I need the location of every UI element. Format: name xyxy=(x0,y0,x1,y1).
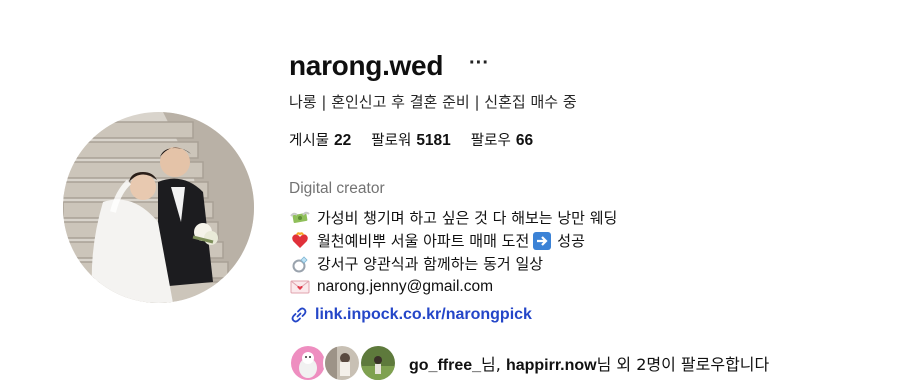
following-label: 팔로우 xyxy=(470,133,511,149)
profile-username: narong.wed xyxy=(289,50,444,81)
profile-category: Digital creator xyxy=(289,180,385,197)
heart-on-fire-icon xyxy=(289,231,311,250)
followed-by[interactable]: go_ffree_님, happirr.now님 외 2명이 팔로우합니다 xyxy=(289,343,769,383)
followers-label: 팔로워 xyxy=(371,133,412,149)
bio-email: narong.jenny@gmail.com xyxy=(317,277,493,295)
following-count[interactable]: 팔로우 66 xyxy=(471,130,533,152)
profile-stats: 게시물 22 팔로워 5181 팔로우 66 xyxy=(289,130,533,152)
following-value: 66 xyxy=(515,132,534,149)
posts-count[interactable]: 게시물 22 xyxy=(289,130,351,152)
avatar-photo xyxy=(63,112,254,303)
bio-line-1-text: 가성비 챙기며 하고 싶은 것 다 해보는 낭만 웨딩 xyxy=(317,209,618,227)
bio-line-1: 가성비 챙기며 하고 싶은 것 다 해보는 낭만 웨딩 xyxy=(289,206,617,229)
followers-value: 5181 xyxy=(416,132,451,149)
posts-label: 게시물 xyxy=(289,133,330,149)
follower-avatar-2[interactable] xyxy=(323,344,361,382)
link-icon xyxy=(289,305,309,325)
profile-bio: 가성비 챙기며 하고 싶은 것 다 해보는 낭만 웨딩 월천예비뿌 서울 아파트… xyxy=(289,206,617,298)
ring-icon xyxy=(289,255,311,273)
bio-line-3: 강서구 양관식과 함께하는 동거 일상 xyxy=(289,252,617,275)
love-letter-icon xyxy=(289,278,311,296)
bio-line-2-text: 월천예비뿌 서울 아파트 매매 도전 xyxy=(317,232,530,250)
right-arrow-icon xyxy=(533,231,553,250)
followed-sep: 님, xyxy=(481,355,506,374)
follower-avatars xyxy=(289,344,403,382)
profile-fullname: 나롱 | 혼인신고 후 결혼 준비 | 신혼집 매수 중 xyxy=(289,93,577,111)
posts-value: 22 xyxy=(334,132,352,149)
follower-avatar-3[interactable] xyxy=(359,344,397,382)
bio-line-2: 월천예비뿌 서울 아파트 매매 도전 성공 xyxy=(289,229,617,252)
followed-by-text: go_ffree_님, happirr.now님 외 2명이 팔로우합니다 xyxy=(409,351,769,375)
follower-avatar-1[interactable] xyxy=(289,344,327,382)
follower-link-2[interactable]: happirr.now xyxy=(506,357,597,374)
follower-link-1[interactable]: go_ffree_ xyxy=(409,357,481,374)
profile-external-link[interactable]: link.inpock.co.kr/narongpick xyxy=(289,304,532,326)
followed-rest: 님 외 2명이 팔로우합니다 xyxy=(596,355,770,374)
bio-email-line: narong.jenny@gmail.com xyxy=(289,275,617,298)
followers-count[interactable]: 팔로워 5181 xyxy=(371,130,451,152)
profile-avatar[interactable] xyxy=(63,112,254,303)
link-text: link.inpock.co.kr/narongpick xyxy=(315,306,532,323)
more-options-button[interactable]: ··· xyxy=(468,52,490,76)
bio-line-3-text: 강서구 양관식과 함께하는 동거 일상 xyxy=(317,255,544,273)
bio-line-2-end: 성공 xyxy=(557,232,585,250)
money-with-wings-icon xyxy=(289,209,311,227)
